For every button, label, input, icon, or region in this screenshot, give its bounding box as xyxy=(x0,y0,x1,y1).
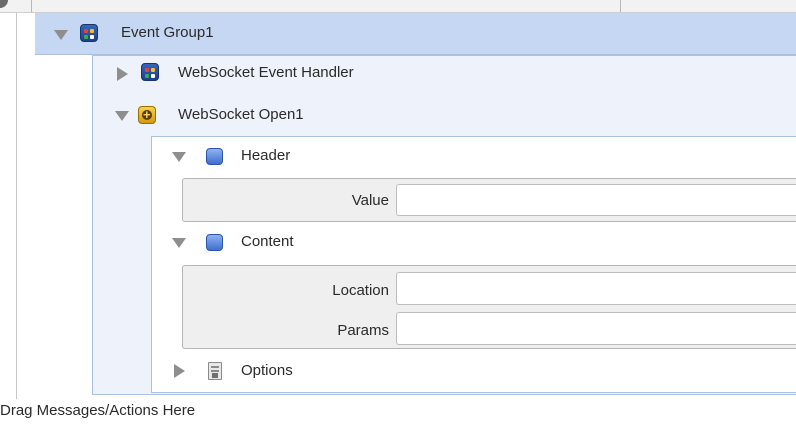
content-icon xyxy=(206,234,223,251)
header-fields-panel: Value xyxy=(182,178,796,222)
window-corner xyxy=(0,0,8,8)
expanded-triangle-icon[interactable] xyxy=(172,238,186,248)
websocket-open-icon xyxy=(138,106,156,124)
expanded-triangle-icon[interactable] xyxy=(172,152,186,162)
event-handler-label: WebSocket Event Handler xyxy=(178,64,354,81)
header-icon xyxy=(206,148,223,165)
collapsed-triangle-icon[interactable] xyxy=(174,364,185,378)
expanded-triangle-icon[interactable] xyxy=(54,30,68,40)
event-group-label: Event Group1 xyxy=(121,24,214,41)
content-label: Content xyxy=(241,233,294,250)
tree-row-header[interactable]: Header xyxy=(152,142,796,172)
value-label: Value xyxy=(351,192,389,209)
left-border xyxy=(16,13,17,399)
header-label: Header xyxy=(241,147,291,164)
websocket-open-label: WebSocket Open1 xyxy=(178,106,304,123)
tree-row-event-handler[interactable]: WebSocket Event Handler xyxy=(92,58,796,90)
event-handler-icon xyxy=(141,63,159,81)
collapsed-triangle-icon[interactable] xyxy=(117,67,128,81)
tree-row-options[interactable]: Options xyxy=(152,356,796,386)
options-icon xyxy=(208,362,222,380)
options-label: Options xyxy=(241,362,293,379)
location-input[interactable] xyxy=(396,272,796,305)
tree-row-event-group[interactable]: Event Group1 xyxy=(35,13,796,55)
drop-target-hint[interactable]: Drag Messages/Actions Here xyxy=(0,402,195,419)
content-fields-panel: Location Params xyxy=(182,265,796,349)
params-label: Params xyxy=(337,322,389,339)
expanded-triangle-icon[interactable] xyxy=(115,111,129,121)
tree-row-content[interactable]: Content xyxy=(152,228,796,258)
params-input[interactable] xyxy=(396,312,796,345)
column-divider[interactable] xyxy=(620,0,621,12)
column-divider[interactable] xyxy=(31,0,32,12)
location-label: Location xyxy=(332,282,389,299)
top-strip xyxy=(0,0,796,13)
tree-row-websocket-open[interactable]: WebSocket Open1 xyxy=(92,99,796,131)
event-group-icon xyxy=(80,24,98,42)
value-input[interactable] xyxy=(396,184,796,216)
